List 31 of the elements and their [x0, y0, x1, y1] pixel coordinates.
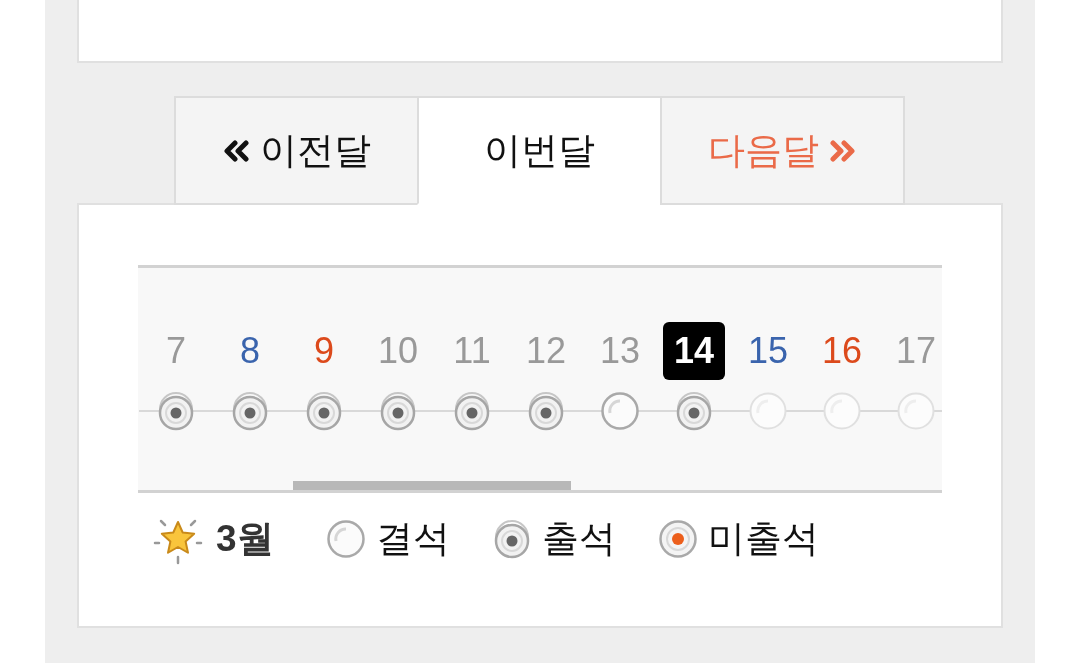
double-chevron-left-icon	[222, 139, 250, 162]
month-label: 3월	[216, 517, 274, 561]
checked-radio-icon	[378, 391, 418, 431]
day-number: 10	[377, 330, 418, 372]
checked-radio-icon	[452, 391, 492, 431]
day-number: 8	[240, 330, 260, 372]
day-number: 14	[662, 322, 725, 380]
empty-radio-icon	[325, 519, 366, 559]
day-number: 12	[525, 330, 566, 372]
accent-dot-radio-icon	[657, 519, 698, 559]
faded-radio-icon	[822, 391, 862, 431]
legend-label: 미출석	[707, 517, 819, 561]
checked-radio-icon	[304, 391, 344, 431]
checked-radio-icon	[526, 391, 566, 431]
day-number: 17	[895, 330, 936, 372]
month-tab[interactable]: 이전달	[174, 96, 419, 205]
legend-label: 출석	[541, 517, 616, 561]
day-number: 16	[821, 330, 862, 372]
double-chevron-right-icon	[829, 139, 857, 162]
day-number: 9	[314, 330, 334, 372]
checked-radio-icon	[230, 391, 270, 431]
faded-radio-icon	[896, 391, 936, 431]
day-number: 11	[453, 330, 491, 372]
month-tab[interactable]: 이번달	[417, 96, 662, 205]
legend-label: 결석	[375, 517, 450, 561]
checked-radio-icon	[156, 391, 196, 431]
day-number: 13	[599, 330, 640, 372]
day-number: 15	[747, 330, 788, 372]
faded-radio-icon	[748, 391, 788, 431]
checked-radio-icon	[674, 391, 714, 431]
day-number: 7	[166, 330, 186, 372]
